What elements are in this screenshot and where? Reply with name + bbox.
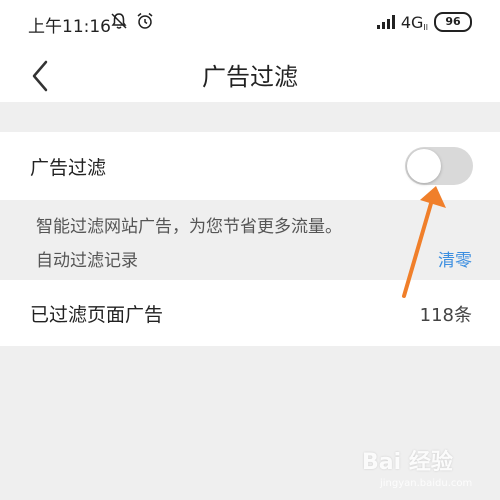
watermark: Bai 经验 — [362, 444, 453, 476]
status-bar: 上午11:16 4GIl 96 — [0, 0, 500, 44]
filter-description: 智能过滤网站广告，为您节省更多流量。 — [36, 217, 342, 237]
toggle-knob — [407, 149, 441, 183]
clear-button[interactable]: 清零 — [438, 246, 472, 271]
status-right: 4GIl 96 — [376, 12, 472, 32]
status-time: 上午11:16 — [28, 17, 111, 37]
filtered-count-row: 已过滤页面广告 118条 — [0, 280, 500, 346]
status-icons-left — [110, 12, 154, 34]
bell-off-icon — [110, 12, 128, 34]
nav-bar: 广告过滤 — [0, 44, 500, 102]
battery-indicator: 96 — [434, 12, 472, 32]
page-title: 广告过滤 — [202, 63, 298, 91]
watermark-sub: jingyan.baidu.com — [380, 478, 473, 489]
setting-label: 广告过滤 — [30, 157, 107, 179]
alarm-icon — [136, 12, 154, 34]
network-label: 4GIl — [400, 12, 428, 32]
watermark-text: Bai 经验 — [362, 450, 453, 475]
info-block: 智能过滤网站广告，为您节省更多流量。 自动过滤记录 清零 — [0, 200, 500, 280]
signal-icon — [376, 15, 395, 29]
filtered-count-label: 已过滤页面广告 — [30, 304, 164, 326]
auto-filter-record-label: 自动过滤记录 — [36, 251, 138, 271]
ad-filter-toggle[interactable] — [405, 147, 473, 185]
filtered-count-value: 118条 — [419, 305, 472, 326]
